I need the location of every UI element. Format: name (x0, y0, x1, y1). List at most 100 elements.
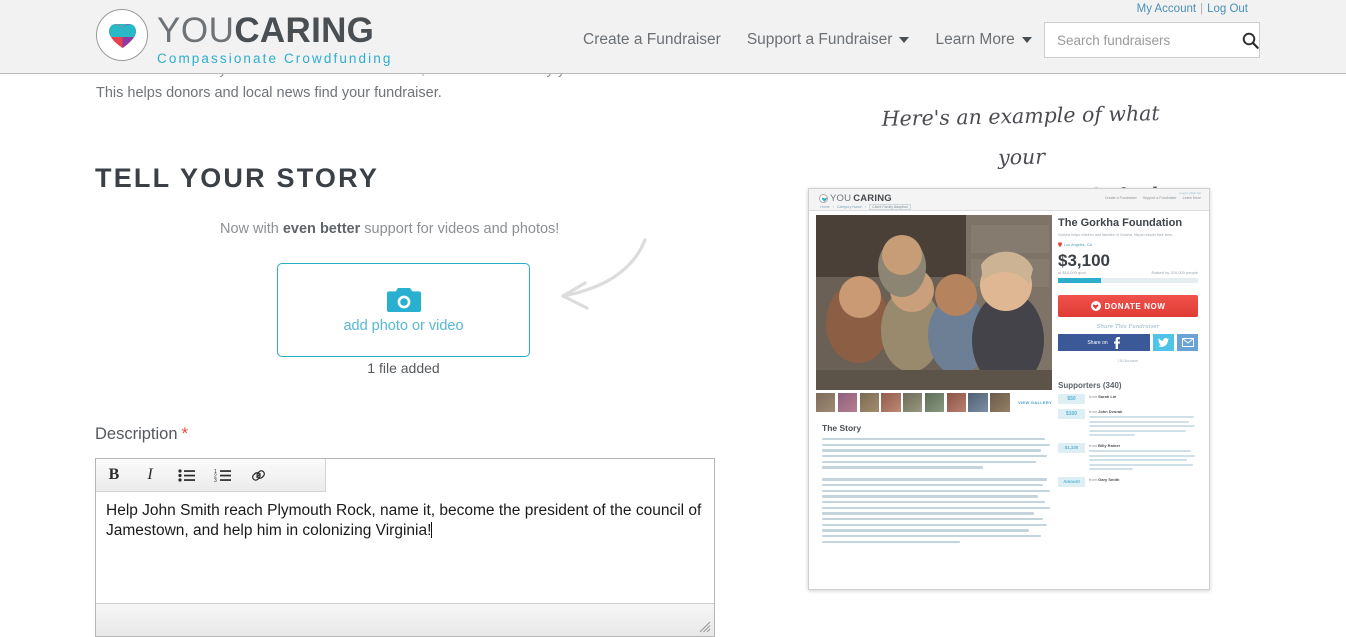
search-icon[interactable] (1242, 32, 1271, 49)
unordered-list-button[interactable] (168, 460, 204, 491)
preview-thumbnail (837, 393, 858, 412)
preview-hero-photo (816, 215, 1052, 390)
facebook-icon (1113, 336, 1120, 349)
breadcrumb-sep: › (864, 205, 867, 209)
preview-supporter-name: from Gary Smith (1089, 477, 1198, 482)
page-title: TELL YOUR STORY (95, 163, 380, 193)
supporter-name: John Dvorak (1098, 409, 1123, 415)
preview-breadcrumb: Home › Category Name › Client Family Adopt… (820, 204, 911, 210)
preview-supporter-name: from Billy Rainer (1089, 443, 1198, 448)
preview-goal-text: of $10,000 goal (1058, 270, 1086, 276)
preview-logo-caring: CARING (853, 193, 892, 204)
preview-header: Log In | Sign Up YOU CARING Create a Fund… (809, 189, 1209, 211)
supporter-name: Billy Rainer (1098, 443, 1121, 449)
preview-amount-raised: $3,100 (1058, 251, 1110, 271)
preview-view-gallery-link[interactable]: VIEW GALLERY (1018, 400, 1052, 405)
story-subtitle-pre: Now with (220, 221, 283, 237)
preview-supporter-amount: $100 (1058, 409, 1085, 420)
logo-you-text: YOU (157, 11, 235, 50)
preview-share-title: Share This Fundraiser (1096, 324, 1160, 331)
nav-learn-more[interactable]: Learn More (935, 31, 1032, 49)
preview-raised-by-text: Raised by 320,000 people (1151, 270, 1198, 276)
description-editor[interactable]: B I 1 2 3 Help John Smith reach Plymouth… (95, 458, 715, 637)
editor-status-bar (96, 603, 714, 636)
resize-grip-icon[interactable] (699, 621, 711, 633)
supporter-name: Sarah Lin (1098, 394, 1117, 400)
nav-create-a-fundraiser[interactable]: Create a Fundraiser (583, 31, 721, 49)
preview-supporter-body: from Billy Rainer (1089, 443, 1198, 472)
preview-share-count-value: 150.3k (1117, 359, 1128, 364)
preview-supporter-name: from Sarah Lin (1089, 394, 1198, 399)
required-asterisk: * (181, 424, 189, 443)
preview-supporters-title: Supporters (340) (1058, 381, 1122, 391)
nav-create-a-fundraiser-label: Create a Fundraiser (583, 31, 721, 48)
bold-button[interactable]: B (96, 460, 132, 491)
heart-icon (109, 23, 136, 49)
preview-thumbnail (990, 393, 1010, 412)
preview-share-count: 150.3kshares (1058, 355, 1198, 364)
preview-account-links: Log In | Sign Up (1179, 190, 1201, 195)
pointer-arrow-icon (561, 238, 647, 310)
preview-share-facebook-button[interactable]: Share on (1058, 334, 1150, 352)
preview-thumbnail (924, 393, 945, 412)
breadcrumb-sep: › (832, 205, 834, 209)
preview-logo-you: YOU (830, 193, 852, 204)
logo-circle (96, 9, 148, 61)
preview-share-email-button[interactable] (1177, 334, 1198, 352)
preview-thumbnail (816, 393, 836, 412)
camera-icon (386, 288, 421, 312)
account-links: My Account | Log Out (1137, 3, 1248, 15)
editor-toolbar: B I 1 2 3 (96, 459, 326, 492)
nav-learn-more-label: Learn More (935, 31, 1015, 48)
preview-thumbnail (903, 393, 923, 412)
preview-donate-now-button[interactable]: DONATE NOW (1058, 295, 1198, 318)
nav-support-a-fundraiser-label: Support a Fundraiser (746, 31, 893, 48)
my-account-link[interactable]: My Account (1137, 3, 1196, 15)
description-label-text: Description (95, 425, 178, 443)
italic-button[interactable]: I (132, 460, 168, 491)
twitter-icon (1158, 338, 1169, 348)
preview-supporter-row: $1,100 from Billy Rainer (1058, 443, 1198, 472)
preview-heart-icon (819, 194, 828, 203)
preview-navigation: Create a Fundraiser Support a Fundraiser… (1105, 196, 1201, 200)
story-subtitle: Now with even better support for videos … (220, 221, 559, 237)
logo-wordmark: YOUCARING Compassionate Crowdfunding (157, 9, 394, 66)
preview-supporter-row: Amount from Gary Smith (1058, 477, 1198, 488)
search-input[interactable] (1045, 32, 1242, 48)
preview-location-text: Los Angeles, CA (1064, 242, 1093, 247)
account-links-separator: | (1200, 3, 1204, 15)
ordered-list-button[interactable]: 1 2 3 (204, 460, 240, 491)
preview-progress-bar (1058, 278, 1198, 284)
preview-share-twitter-button[interactable] (1153, 334, 1174, 352)
site-logo[interactable]: YOUCARING Compassionate Crowdfunding (96, 9, 394, 66)
preview-location: Los Angeles, CA (1058, 242, 1198, 248)
logo-caring-text: CARING (234, 11, 375, 50)
search-box[interactable] (1044, 22, 1260, 58)
preview-supporter-name: from John Dvorak (1089, 409, 1198, 414)
preview-supporter-row: $50 from Sarah Lin (1058, 394, 1198, 405)
preview-thumbnail (946, 393, 966, 412)
preview-donate-label: DONATE NOW (1104, 301, 1166, 311)
preview-supporter-amount: Amount (1058, 477, 1085, 488)
preview-left-column: VIEW GALLERY The Story (816, 215, 1052, 546)
preview-goal-row: of $10,000 goal Raised by 320,000 people (1058, 270, 1198, 275)
chevron-down-icon (1021, 37, 1032, 43)
description-textarea[interactable]: Help John Smith reach Plymouth Rock, nam… (96, 492, 714, 603)
logout-link[interactable]: Log Out (1207, 3, 1248, 15)
add-photo-or-video-dropzone[interactable]: add photo or video (277, 263, 530, 357)
description-label: Description * (95, 424, 188, 444)
mail-icon (1181, 338, 1194, 348)
link-button[interactable] (240, 460, 276, 491)
preview-breadcrumb-item: Category Name (836, 205, 862, 209)
preview-supporter-amount: $50 (1058, 394, 1085, 405)
preview-share-count-label: shares (1128, 359, 1139, 364)
nav-support-a-fundraiser[interactable]: Support a Fundraiser (747, 31, 910, 49)
preview-thumbnail (859, 393, 879, 412)
location-helper-text: This helps donors and local news find yo… (96, 85, 442, 101)
preview-gallery-thumbnails: VIEW GALLERY (816, 393, 1052, 412)
svg-text:3: 3 (214, 478, 217, 482)
description-text: Help John Smith reach Plymouth Rock, nam… (106, 502, 702, 539)
from-prefix: from (1089, 477, 1099, 483)
chevron-down-icon (899, 37, 910, 43)
story-subtitle-emphasis: even better (282, 221, 361, 237)
